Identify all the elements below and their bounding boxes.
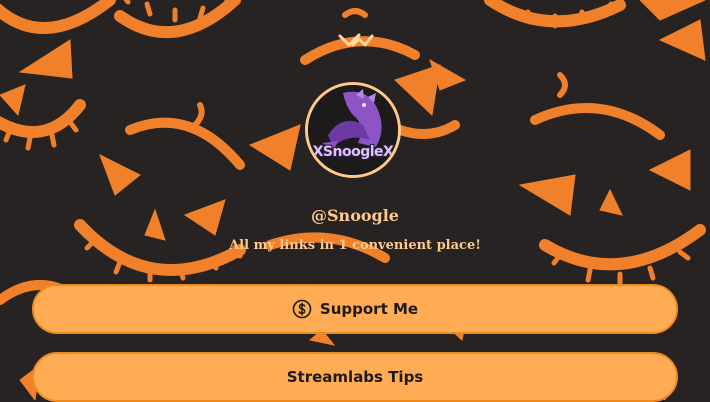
streamlabs-tips-link-button[interactable]: Streamlabs Tips: [32, 352, 678, 402]
pumpkin-pattern-background: [0, 0, 706, 400]
dragon-avatar-image: [308, 85, 398, 175]
support-me-label: Support Me: [319, 300, 419, 318]
avatar-watermark: XSnoogleX: [312, 144, 394, 160]
brand-logo-icon: [338, 33, 374, 47]
profile-bio: All my links in 1 convenient place!: [229, 238, 481, 253]
profile-username: @Snoogle: [311, 206, 399, 225]
streamlabs-tips-label: Streamlabs Tips: [286, 368, 424, 386]
support-me-link-button[interactable]: Support Me: [32, 284, 678, 334]
dollar-circle-icon: [292, 299, 312, 319]
profile-avatar: XSnoogleX: [305, 82, 401, 178]
